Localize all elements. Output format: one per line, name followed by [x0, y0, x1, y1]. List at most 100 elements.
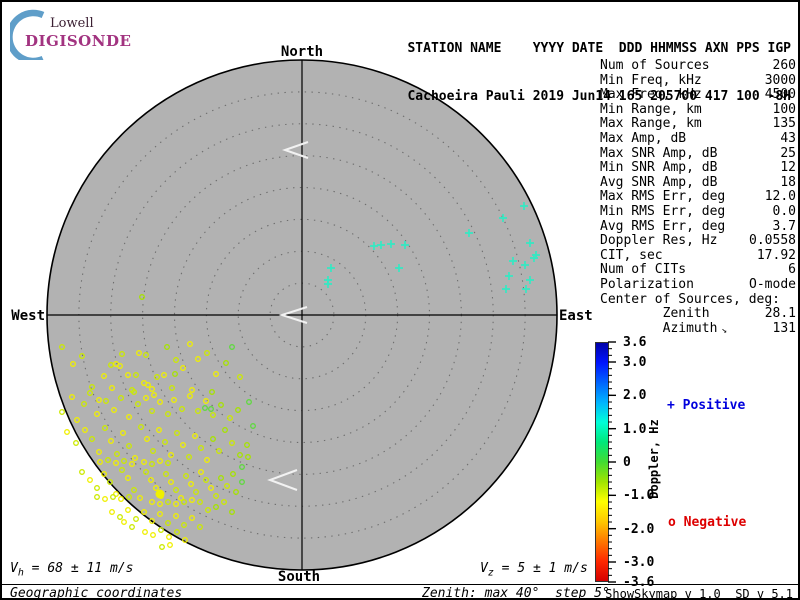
stat-row: Num of CITs 6 — [600, 263, 796, 278]
stat-value: 100 — [772, 101, 796, 117]
stat-label: Doppler Res, Hz — [600, 233, 718, 249]
legend-negative-label: Negative — [683, 515, 747, 530]
stat-label: Min Freq, kHz — [600, 72, 702, 88]
station-header-fields: STATION NAME YYYY DATE DDD HHMMSS AXN PP… — [407, 41, 791, 56]
stat-value: 18 — [780, 174, 796, 190]
stat-label: Num of Sources — [600, 58, 710, 73]
colorbar-tick-label: 3.6 — [623, 335, 647, 350]
stat-row: Zenith 28.1 — [600, 306, 796, 322]
stat-row: CIT, sec 17.92 — [600, 247, 796, 264]
stats-panel: Num of Sources 260 Min Freq, kHz 3000 Max Fr… — [600, 58, 796, 337]
stat-row: Max Amp, dB 43 — [600, 130, 796, 147]
doppler-colorbar — [595, 342, 609, 582]
source-point-negative — [166, 534, 172, 540]
stat-value: 6 — [788, 262, 796, 278]
stat-label: Polarization — [600, 276, 694, 292]
source-point-negative — [118, 496, 124, 502]
source-point-negative — [159, 544, 165, 550]
source-point-negative — [117, 514, 123, 520]
stat-row: Min Range, km 100 — [600, 101, 796, 118]
source-point-negative — [110, 494, 116, 500]
colorbar-tick-label: 3.0 — [623, 355, 647, 370]
stat-label: Max SNR Amp, dB — [600, 145, 718, 161]
stat-label: Max Amp, dB — [600, 130, 687, 146]
source-point-negative — [129, 524, 135, 530]
source-point-negative — [125, 507, 131, 513]
colorbar-tick-label: -3.0 — [623, 555, 655, 570]
source-point-negative — [150, 532, 156, 538]
source-point-negative — [87, 477, 93, 483]
digisonde-logo: Lowell DIGISONDE — [10, 6, 132, 60]
stat-label: Center of Sources, deg: — [600, 291, 781, 307]
compass-label-north: North — [280, 44, 324, 60]
source-point-negative — [94, 485, 100, 491]
circle-marker-icon: o — [668, 515, 676, 530]
stat-value: 131 — [772, 320, 796, 336]
stat-row: Max RMS Err, deg 12.0 — [600, 190, 796, 205]
stat-value: 25 — [780, 145, 796, 161]
vh-value: = 68 ± 11 m/s — [23, 561, 134, 576]
horizontal-velocity-readout: Vh = 68 ± 11 m/s — [10, 561, 133, 579]
plus-marker-icon: + — [667, 398, 675, 413]
azimuth-direction-arrow-icon: ↑ — [718, 324, 730, 336]
compass-label-south: South — [277, 569, 321, 585]
software-version-label: ShowSkymap v 1.0 SD v 5.1 — [605, 587, 793, 600]
stat-value: 135 — [772, 116, 796, 132]
compass-label-west: West — [11, 308, 45, 324]
stat-label: CIT, sec — [600, 247, 663, 263]
source-point-negative — [142, 529, 148, 535]
stat-value: 17.92 — [756, 247, 796, 263]
source-point-negative — [109, 509, 115, 515]
legend-positive-label: Positive — [682, 398, 746, 413]
source-point-negative — [121, 519, 127, 525]
stat-value: 3000 — [764, 72, 796, 88]
source-point-negative — [73, 440, 79, 446]
stat-value: 43 — [780, 130, 796, 146]
source-point-negative — [167, 542, 173, 548]
stat-value: 3.7 — [772, 218, 796, 234]
stat-value: 12 — [780, 160, 796, 176]
logo-digisonde-text: DIGISONDE — [25, 32, 132, 50]
stat-row: Max Range, km 135 — [600, 117, 796, 132]
stat-label: Max RMS Err, deg — [600, 189, 726, 205]
stat-value: 0.0558 — [749, 233, 796, 249]
footer-divider — [2, 584, 798, 585]
stat-row: Min RMS Err, deg 0.0 — [600, 203, 796, 220]
vz-value: = 5 ± 1 m/s — [493, 561, 588, 576]
stat-row: Avg SNR Amp, dB 18 — [600, 174, 796, 191]
stat-label: Min Range, km — [600, 101, 702, 117]
stat-value: 0.0 — [772, 203, 796, 219]
stat-row: Polarization O-mode — [600, 276, 796, 293]
colorbar-tick-label: -2.0 — [623, 521, 655, 537]
stat-row: Center of Sources, deg: — [600, 291, 796, 308]
stat-value: 28.1 — [764, 306, 796, 322]
source-point-negative — [59, 409, 65, 415]
zenith-range-note: Zenith: max 40° step 5° — [422, 586, 610, 600]
stat-value: 12.0 — [764, 189, 796, 205]
stat-label: Min SNR Amp, dB — [600, 160, 718, 176]
stat-row: Avg RMS Err, deg 3.7 — [600, 218, 796, 235]
stat-label: Min RMS Err, deg — [600, 203, 726, 219]
stat-label: Azimuth↑ — [600, 320, 730, 336]
source-point-negative — [64, 429, 70, 435]
source-point-negative — [102, 496, 108, 502]
doppler-axis-title: Doppler, Hz — [647, 419, 661, 499]
stat-value: 4500 — [764, 87, 796, 103]
stat-row: Doppler Res, Hz 0.0558 — [600, 234, 796, 249]
doppler-colorbar-ticks — [608, 341, 616, 583]
stat-label: Avg RMS Err, deg — [600, 218, 726, 234]
stat-label: Avg SNR Amp, dB — [600, 174, 718, 190]
colorbar-tick-label: 2.0 — [623, 388, 647, 404]
stat-label: Num of CITs — [600, 262, 687, 278]
stat-row: Min SNR Amp, dB 12 — [600, 161, 796, 176]
source-point-highlight — [155, 489, 165, 499]
legend-negative: o Negative — [668, 515, 746, 530]
legend-positive: + Positive — [667, 398, 745, 413]
vz-symbol: V — [480, 561, 488, 576]
source-point-negative — [94, 494, 100, 500]
stat-label: Max Freq, kHz — [600, 87, 702, 103]
stat-value: O-mode — [749, 276, 796, 292]
stat-value: 260 — [772, 58, 796, 73]
source-point-negative — [79, 469, 85, 475]
logo-lowell-text: Lowell — [50, 16, 94, 31]
